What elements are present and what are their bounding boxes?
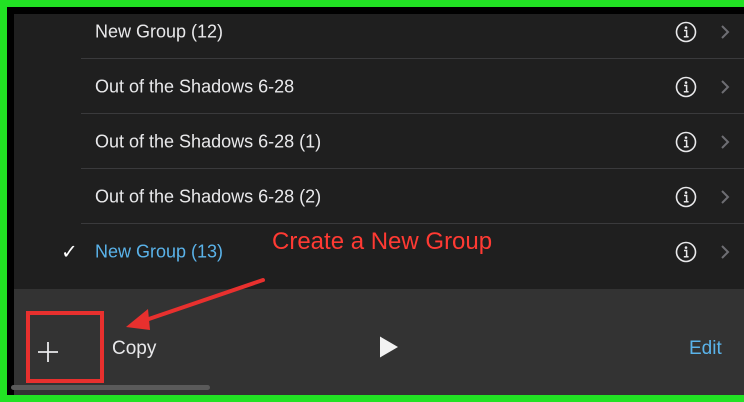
group-name: Out of the Shadows 6-28 (2) [95,186,322,206]
chevron-right-icon [721,244,730,259]
group-name: New Group (13) [95,241,224,261]
group-row[interactable]: Out of the Shadows 6-28 (1) [14,114,744,169]
group-row[interactable]: Out of the Shadows 6-28 [14,59,744,114]
chevron-right-icon [721,79,730,94]
play-icon[interactable] [378,335,400,359]
chevron-right-icon [721,134,730,149]
annotation-text: Create a New Group [272,228,493,255]
checkmark-icon: ✓ [61,241,78,263]
group-name: Out of the Shadows 6-28 [95,76,295,96]
horizontal-scrollbar[interactable] [11,385,210,390]
annotation-highlight-box [26,311,104,383]
group-row[interactable]: New Group (12) [14,7,744,59]
group-row[interactable]: Out of the Shadows 6-28 (2) [14,169,744,224]
copy-button[interactable]: Copy [112,338,156,360]
edit-button[interactable]: Edit [689,338,722,360]
chevron-right-icon [721,189,730,204]
chevron-right-icon [721,24,730,39]
info-icon[interactable] [675,76,697,98]
info-icon[interactable] [675,241,697,263]
info-icon[interactable] [675,186,697,208]
info-icon[interactable] [675,131,697,153]
group-name: Out of the Shadows 6-28 (1) [95,131,322,151]
group-name: New Group (12) [95,21,224,41]
info-icon[interactable] [675,21,697,43]
